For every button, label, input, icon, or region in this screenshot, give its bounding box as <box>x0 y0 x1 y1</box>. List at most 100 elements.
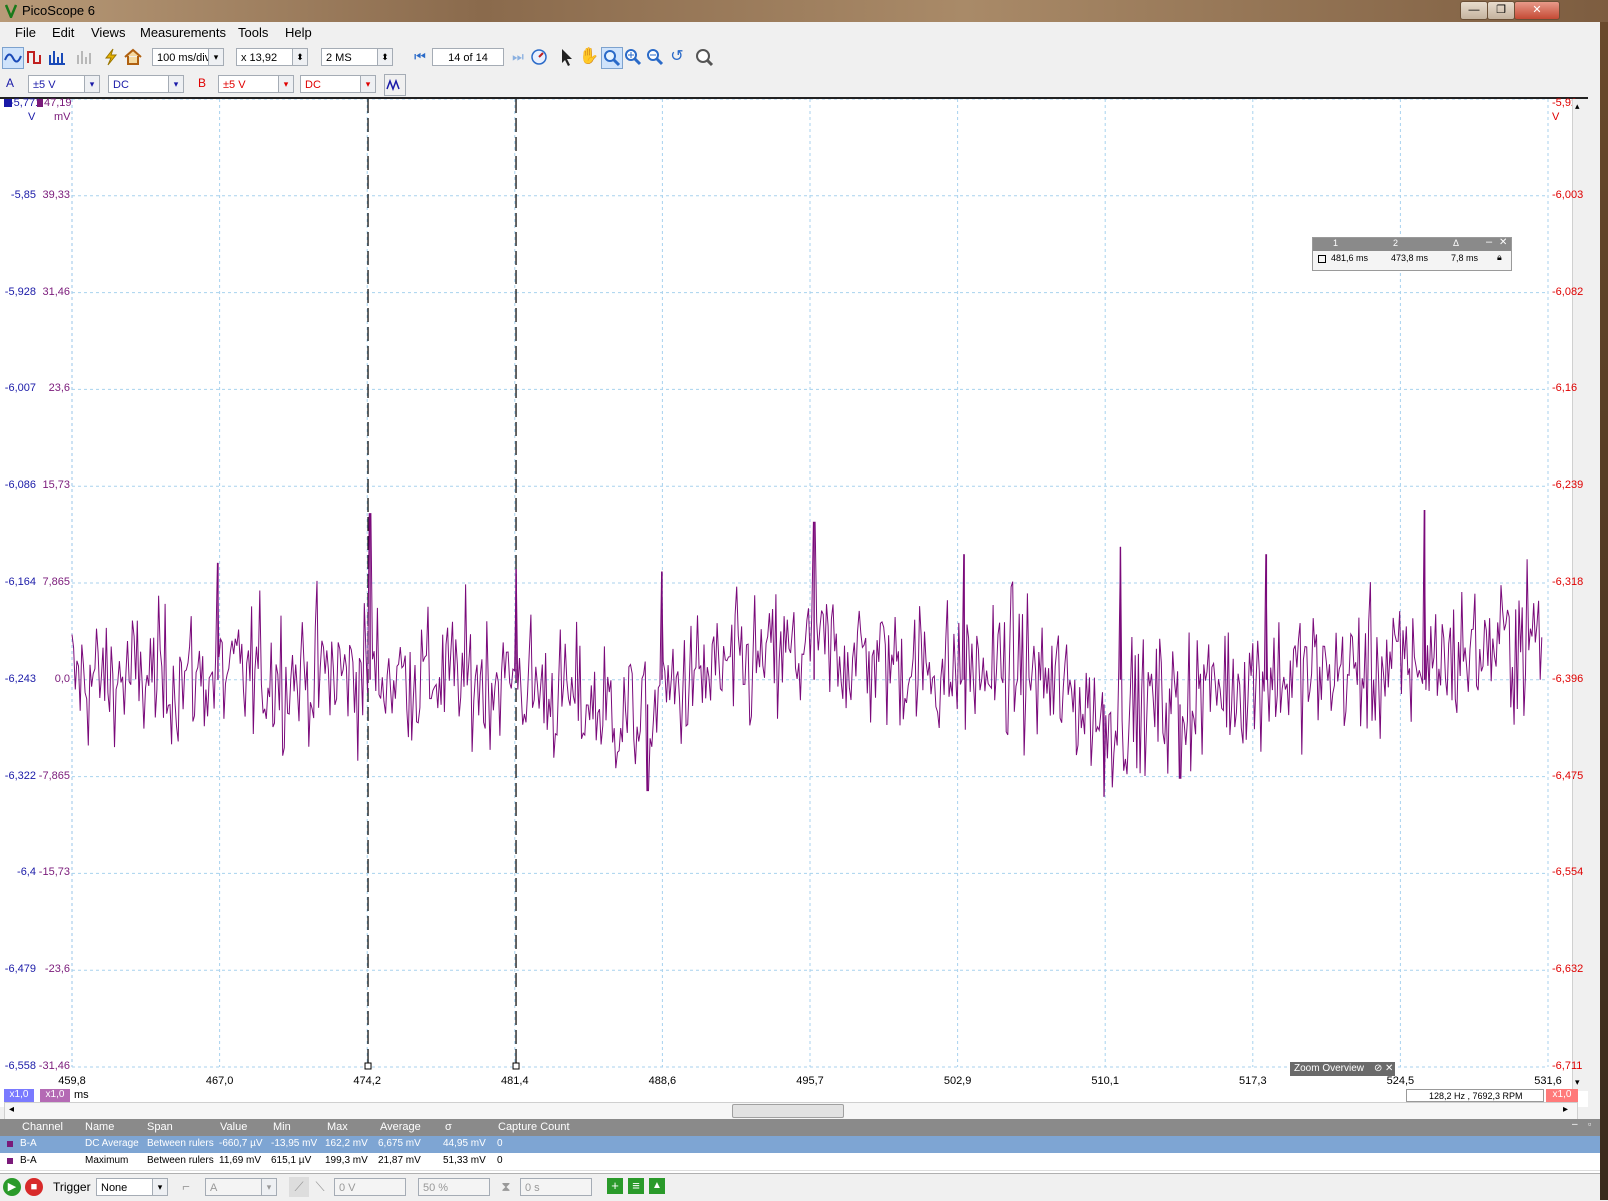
table-row[interactable]: B-A DC Average Between rulers -660,7 µV … <box>0 1136 1600 1153</box>
menu-views[interactable]: Views <box>91 25 125 40</box>
cell-channel: B-A <box>20 1155 37 1166</box>
time-rulers[interactable] <box>364 99 520 1070</box>
col-sigma[interactable]: σ <box>445 1119 452 1136</box>
horizontal-scrollbar[interactable]: ◂ ▸ <box>4 1102 1578 1120</box>
menu-measurements[interactable]: Measurements <box>140 25 226 40</box>
first-buffer-icon[interactable]: ⏮ <box>410 47 430 67</box>
zoom-overview-label: Zoom Overview <box>1294 1063 1365 1074</box>
title-bar: PicoScope 6 — ❐ ✕ <box>0 0 1608 22</box>
buffer-navigator[interactable]: 14 of 14 <box>432 48 504 66</box>
col-average[interactable]: Average <box>380 1119 421 1136</box>
maximize-button[interactable]: ❐ <box>1487 1 1515 20</box>
menu-edit[interactable]: Edit <box>52 25 74 40</box>
channel-b-coupling-select[interactable]: DC ▾ <box>300 75 376 93</box>
zoom-stepper[interactable]: x 13,92 ⬍ <box>236 48 308 66</box>
col-capture-count[interactable]: Capture Count <box>498 1119 570 1136</box>
col-max[interactable]: Max <box>327 1119 348 1136</box>
chevron-down-icon[interactable]: ▾ <box>84 76 99 92</box>
channel-b-range-select[interactable]: ±5 V ▾ <box>218 75 294 93</box>
persistence-mode-icon[interactable] <box>25 47 45 67</box>
samples-stepper[interactable]: 2 MS ⬍ <box>321 48 393 66</box>
vertical-scrollbar[interactable]: ▴ ▾ <box>1572 99 1589 1091</box>
math-channel-icon[interactable] <box>384 74 406 96</box>
scale-a-button[interactable]: x1,0 <box>4 1089 34 1102</box>
stepper-icon[interactable]: ⬍ <box>377 49 392 65</box>
zoom-overview-panel[interactable]: Zoom Overview ⊘ ✕ <box>1290 1062 1395 1076</box>
scroll-up-icon[interactable]: ▴ <box>1575 101 1580 112</box>
cell-max: 162,2 mV <box>325 1138 368 1149</box>
close-window-button[interactable]: ✕ <box>1514 1 1560 20</box>
measurements-close-icon[interactable]: ▫ <box>1588 1119 1591 1129</box>
next-buffer-icon[interactable]: ⏭ <box>508 47 528 67</box>
chevron-down-icon[interactable]: ▾ <box>360 76 375 92</box>
scroll-right-icon[interactable]: ▸ <box>1563 1104 1568 1115</box>
undo-zoom-icon[interactable]: ↺ <box>667 47 687 67</box>
pointer-tool-icon[interactable] <box>557 47 577 67</box>
col-value[interactable]: Value <box>220 1119 247 1136</box>
menu-help[interactable]: Help <box>285 25 312 40</box>
zoom-overview-close-icon[interactable]: ✕ <box>1385 1062 1393 1076</box>
edit-measurement-icon[interactable]: ≡ <box>628 1178 644 1194</box>
lock-icon[interactable]: 🔒︎ <box>1497 252 1502 263</box>
hand-tool-icon[interactable]: ✋ <box>579 47 599 67</box>
scope-view[interactable]: -5,771 47,19 V mV -5,92 V 1 2 Δ – ✕ 481,… <box>0 97 1589 1107</box>
axis-a-tick-label: -6,322 <box>4 769 36 782</box>
time-tick-label: 502,9 <box>943 1075 972 1087</box>
zoom-overview-icon[interactable] <box>694 47 714 67</box>
buffer-overview-icon[interactable] <box>529 47 549 67</box>
ruler-legend-checkbox[interactable] <box>1318 255 1326 263</box>
delete-measurement-icon[interactable]: ▲ <box>649 1178 665 1194</box>
chevron-down-icon[interactable]: ▾ <box>208 49 223 65</box>
scroll-left-icon[interactable]: ◂ <box>9 1104 14 1115</box>
zoom-out-icon[interactable] <box>645 47 665 67</box>
cell-name: Maximum <box>85 1155 129 1166</box>
menu-tools[interactable]: Tools <box>238 25 268 40</box>
stepper-icon[interactable]: ⬍ <box>292 49 307 65</box>
channel-a-coupling-select[interactable]: DC ▾ <box>108 75 184 93</box>
trigger-mode-select[interactable]: None ▾ <box>96 1178 168 1196</box>
zoom-in-icon[interactable] <box>623 47 643 67</box>
ruler-handle[interactable] <box>512 1062 520 1070</box>
scale-m-button[interactable]: x1,0 <box>40 1089 70 1102</box>
col-min[interactable]: Min <box>273 1119 291 1136</box>
spectrum-mode-icon[interactable] <box>47 47 67 67</box>
channel-a-label[interactable]: A <box>6 76 14 90</box>
auto-setup-icon[interactable] <box>101 47 121 67</box>
ruler-legend-v2: 473,8 ms <box>1391 253 1429 263</box>
scale-b-button[interactable]: x1,0 <box>1546 1089 1578 1102</box>
add-measurement-icon[interactable]: + <box>607 1178 623 1194</box>
measurements-table: Channel Name Span Value Min Max Average … <box>0 1119 1600 1173</box>
channel-a-range-select[interactable]: ±5 V ▾ <box>28 75 100 93</box>
axis-m-top-label: 47,19 <box>44 97 72 109</box>
scope-mode-icon[interactable] <box>2 47 24 69</box>
minimize-button[interactable]: — <box>1460 1 1488 20</box>
ruler-handle[interactable] <box>364 1062 372 1070</box>
measurements-minimize-icon[interactable]: – <box>1572 1119 1578 1130</box>
ruler-legend-close-icon[interactable]: ✕ <box>1499 237 1507 248</box>
zoom-overview-pin-icon[interactable]: ⊘ <box>1374 1062 1382 1076</box>
axis-m-tick-label: 7,865 <box>42 576 70 588</box>
zoom-region-icon[interactable] <box>601 47 623 69</box>
col-channel[interactable]: Channel <box>22 1119 63 1136</box>
stop-capture-icon[interactable]: ■ <box>25 1178 43 1196</box>
scroll-thumb[interactable] <box>732 1104 844 1118</box>
home-icon[interactable] <box>123 47 143 67</box>
col-name[interactable]: Name <box>85 1119 114 1136</box>
axis-a-tick-label: -6,007 <box>4 382 36 395</box>
ruler-legend-minimize-icon[interactable]: – <box>1486 236 1492 248</box>
table-row[interactable]: B-A Maximum Between rulers 11,69 mV 615,… <box>0 1153 1600 1171</box>
math-channel-marker <box>37 99 43 107</box>
channel-b-label[interactable]: B <box>198 76 206 90</box>
chevron-down-icon[interactable]: ▾ <box>168 76 183 92</box>
menu-file[interactable]: File <box>15 25 36 40</box>
start-capture-icon[interactable]: ▶ <box>3 1178 21 1196</box>
chevron-down-icon[interactable]: ▾ <box>278 76 293 92</box>
disabled-spectrum-icon <box>75 47 95 67</box>
ruler-legend-header <box>1313 238 1511 251</box>
col-span[interactable]: Span <box>147 1119 173 1136</box>
chevron-down-icon: ▾ <box>261 1179 276 1195</box>
timebase-select[interactable]: 100 ms/div ▾ <box>152 48 224 66</box>
chevron-down-icon[interactable]: ▾ <box>152 1179 167 1195</box>
ruler-legend[interactable]: 1 2 Δ – ✕ 481,6 ms 473,8 ms 7,8 ms 🔒︎ <box>1312 236 1512 271</box>
axis-b-tick-label: -6,632 <box>1552 963 1584 976</box>
